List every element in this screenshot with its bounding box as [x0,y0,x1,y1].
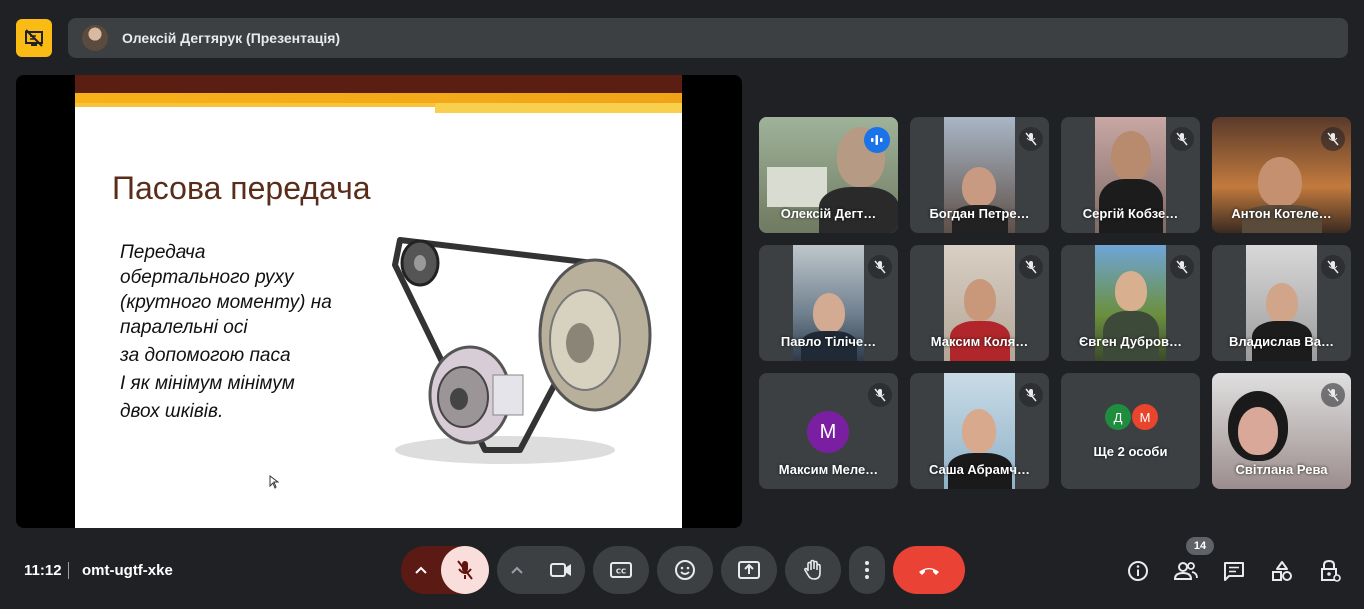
chat-icon [1224,562,1244,581]
participant-tile[interactable]: Сергій Кобзе… [1061,117,1200,233]
slide-body: Передача обертального руху (крутного мом… [120,240,380,424]
activities-button[interactable] [1269,558,1295,584]
participant-name: Саша Абрамч… [928,462,1031,477]
slide-line: за допомогою паса [120,345,291,366]
activities-icon [1272,561,1292,581]
people-icon [1174,562,1198,580]
mic-off-icon [1321,383,1345,407]
participant-name: Євген Дубров… [1079,334,1182,349]
people-button[interactable] [1173,558,1199,584]
meeting-code[interactable]: omt-ugtf-xke [82,562,173,579]
slide-title: Пасова передача [112,170,371,206]
videocam-icon [550,563,571,577]
participant-name: Сергій Кобзе… [1082,206,1179,221]
hand-icon [804,559,821,580]
mic-off-icon [868,383,892,407]
participant-tile[interactable]: Владислав Ва… [1212,245,1351,361]
mic-off-icon [868,255,892,279]
avatar: Д [1105,404,1131,430]
raise-hand-button[interactable] [785,546,841,594]
captions-button[interactable]: CC [593,546,649,594]
participant-tile[interactable]: Антон Котеле… [1212,117,1351,233]
slide-line: обертального руху [120,267,294,288]
participant-name: Антон Котеле… [1231,206,1332,221]
participant-tile[interactable]: Павло Тіліче… [759,245,898,361]
slide-line: двох шківів. [120,401,224,422]
meeting-details-button[interactable] [1125,558,1151,584]
presentation-stage[interactable]: Пасова передача Передача обертального ру… [16,75,742,528]
participant-name: Максим Коля… [930,334,1029,349]
participant-tile[interactable]: М Максим Меле… [759,373,898,489]
participant-tile[interactable]: Олексій Дегт… [759,117,898,233]
chevron-up-icon [415,566,427,574]
more-options-button[interactable] [849,546,885,594]
mic-control-group [401,546,489,594]
mic-off-icon [1019,127,1043,151]
microphone-toggle-button[interactable] [441,546,489,594]
mic-off-icon [1321,127,1345,151]
present-to-all-icon [738,561,760,579]
closed-captions-icon: CC [610,562,632,578]
slide-line: І як мінімум мінімум [120,373,295,394]
info-icon [1128,561,1148,581]
mouse-cursor-icon [269,475,279,489]
stop-presenting-button[interactable] [16,19,52,57]
participant-name: Максим Меле… [778,462,879,477]
audio-settings-button[interactable] [401,546,441,594]
presenter-label: Олексій Дегтярук (Презентація) [122,30,341,46]
mic-off-icon [1321,255,1345,279]
lock-person-icon [1321,559,1341,582]
participant-name: Богдан Петре… [929,206,1030,221]
chevron-up-icon [511,566,523,574]
call-end-icon [919,568,939,575]
people-count-badge: 14 [1186,537,1214,555]
presenter-avatar [82,25,108,51]
camera-control-group [497,546,585,594]
mic-off-icon [457,560,473,580]
slide-line: (крутного моменту) на [120,292,332,313]
participant-name: Павло Тіліче… [780,334,877,349]
avatar: М [1132,404,1158,430]
mic-off-icon [1019,255,1043,279]
mic-off-icon [1019,383,1043,407]
camera-toggle-button[interactable] [537,546,585,594]
participant-tile[interactable]: Саша Абрамч… [910,373,1049,489]
participant-name: Владислав Ва… [1228,334,1335,349]
participant-tile[interactable]: Євген Дубров… [1061,245,1200,361]
mic-off-icon [1170,255,1194,279]
present-now-button[interactable] [721,546,777,594]
slide-line: Передача [120,242,206,263]
more-vert-icon [865,561,869,579]
top-bar: Олексій Дегтярук (Презентація) [0,0,1364,70]
mic-off-icon [1170,127,1194,151]
participant-tile[interactable]: Світлана Рева [1212,373,1351,489]
host-controls-button[interactable] [1317,558,1343,584]
participant-tile[interactable]: Максим Коля… [910,245,1049,361]
more-participants-label: Ще 2 особи [1093,444,1168,459]
svg-text:CC: CC [616,568,626,576]
presentation-off-icon [25,29,43,47]
clock: 11:12 [24,562,62,579]
bottom-bar: 11:12 omt-ugtf-xke CC 14 [0,537,1364,609]
participant-tile[interactable]: Богдан Петре… [910,117,1049,233]
reactions-button[interactable] [657,546,713,594]
leave-call-button[interactable] [893,546,965,594]
participant-name: Світлана Рева [1235,462,1328,477]
speaking-indicator-icon [864,127,890,153]
video-settings-button[interactable] [497,546,537,594]
emoji-icon [675,560,695,580]
presenter-banner[interactable]: Олексій Дегтярук (Презентація) [68,18,1348,58]
slide-line: паралельні осі [120,317,248,338]
slide: Пасова передача Передача обертального ру… [75,75,682,528]
more-participants-tile[interactable]: Д М Ще 2 особи [1061,373,1200,489]
avatar: М [807,411,849,453]
participant-name: Олексій Дегт… [780,206,877,221]
belt-drive-illustration [392,237,652,464]
chat-button[interactable] [1221,558,1247,584]
